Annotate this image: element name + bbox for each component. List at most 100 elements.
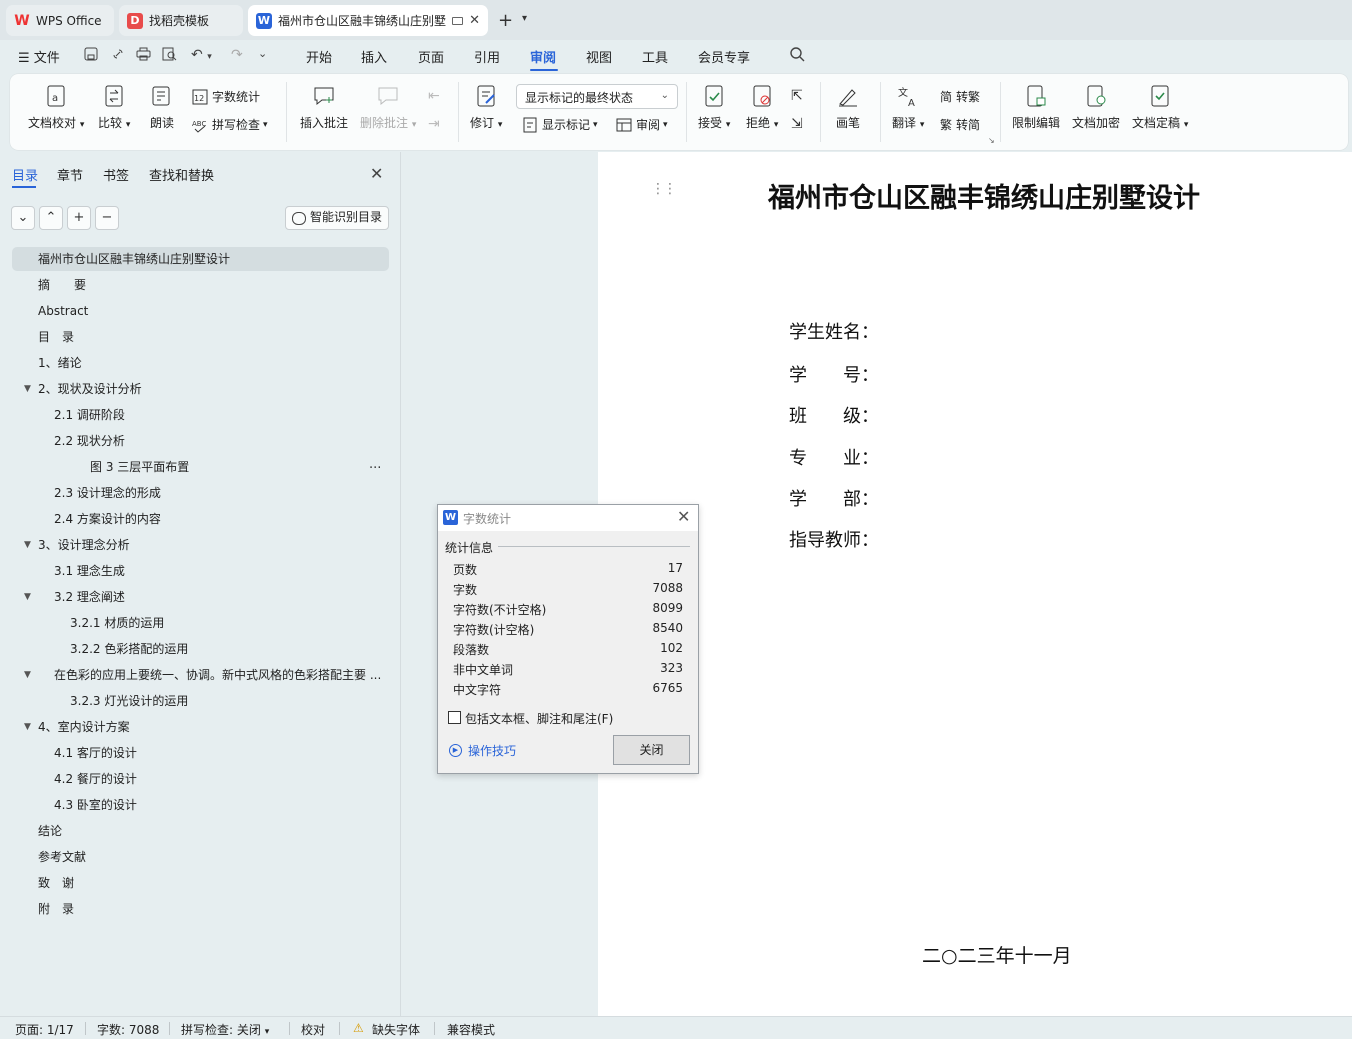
- menu-home[interactable]: 开始: [306, 47, 332, 66]
- toc-item[interactable]: 4.3 卧室的设计: [12, 793, 389, 817]
- smart-toc-button[interactable]: 智能识别目录: [285, 206, 389, 230]
- toc-item[interactable]: 3.2.1 材质的运用: [12, 611, 389, 635]
- finalize-button[interactable]: 文档定稿 ▾: [1132, 84, 1188, 131]
- toc-item[interactable]: 4.1 客厅的设计: [12, 741, 389, 765]
- undo-icon[interactable]: ↶ ▾: [191, 47, 212, 63]
- promote-level-button[interactable]: +: [67, 206, 91, 230]
- collapse-toggle-icon[interactable]: ▼: [24, 715, 31, 739]
- insert-comment-button[interactable]: 插入批注: [300, 84, 348, 131]
- tab-toc[interactable]: 目录: [12, 165, 38, 184]
- tab-find-replace[interactable]: 查找和替换: [149, 165, 214, 184]
- toc-item[interactable]: 3.2.2 色彩搭配的运用: [12, 637, 389, 661]
- restrict-edit-button[interactable]: 限制编辑: [1012, 84, 1060, 131]
- print-preview-icon[interactable]: [162, 47, 177, 65]
- encrypt-button[interactable]: 文档加密: [1072, 84, 1120, 131]
- missing-font-status[interactable]: 缺失字体: [372, 1021, 420, 1038]
- toc-item[interactable]: 致 谢: [12, 871, 389, 895]
- to-traditional-button[interactable]: 简 转繁: [940, 88, 980, 105]
- toc-item[interactable]: 摘 要: [12, 273, 389, 297]
- menu-review[interactable]: 审阅: [530, 47, 556, 66]
- tips-link[interactable]: ▶ 操作技巧: [449, 742, 516, 759]
- tab-docer[interactable]: D 找稻壳模板: [119, 5, 243, 36]
- link-icon[interactable]: [111, 47, 125, 65]
- show-markup-button[interactable]: 显示标记 ▾: [522, 116, 598, 133]
- toc-item[interactable]: 附 录: [12, 897, 389, 921]
- toc-item[interactable]: ▼ 在色彩的应用上要统一、协调。新中式风格的色彩搭配主要 ...: [12, 663, 389, 687]
- close-icon[interactable]: ✕: [677, 507, 690, 526]
- collapse-toggle-icon[interactable]: ▼: [24, 377, 31, 401]
- reject-button[interactable]: 拒绝 ▾: [746, 84, 778, 131]
- toc-item[interactable]: 目 录: [12, 325, 389, 349]
- toc-item[interactable]: 2.3 设计理念的形成: [12, 481, 389, 505]
- document-page[interactable]: [598, 152, 1352, 1016]
- close-tab-icon[interactable]: ✕: [469, 13, 480, 28]
- toc-item[interactable]: Abstract: [12, 299, 389, 323]
- toc-item[interactable]: 3.1 理念生成: [12, 559, 389, 583]
- collapse-toggle-icon[interactable]: ▼: [24, 585, 31, 609]
- spell-check-status[interactable]: 拼写检查: 关闭 ▾: [181, 1021, 269, 1038]
- drag-handle-icon[interactable]: ⋮⋮: [651, 182, 677, 196]
- include-textbox-label[interactable]: 包括文本框、脚注和尾注(F): [465, 710, 613, 727]
- markup-state-select[interactable]: 显示标记的最终状态 ⌄: [516, 84, 678, 109]
- toc-item[interactable]: 参考文献: [12, 845, 389, 869]
- toc-item[interactable]: ▼ 2、现状及设计分析: [12, 377, 389, 401]
- file-menu[interactable]: ☰ 文件: [18, 47, 60, 66]
- toc-item[interactable]: 2.2 现状分析: [12, 429, 389, 453]
- menu-references[interactable]: 引用: [474, 47, 500, 66]
- new-tab-button[interactable]: +: [498, 10, 513, 31]
- menu-tools[interactable]: 工具: [642, 47, 668, 66]
- expand-all-button[interactable]: ⌄: [11, 206, 35, 230]
- tab-bookmarks[interactable]: 书签: [103, 165, 129, 184]
- delete-comment-button[interactable]: 删除批注 ▾: [360, 84, 416, 131]
- more-chevron-icon[interactable]: ⌄: [258, 47, 267, 60]
- word-count-status[interactable]: 字数: 7088: [97, 1021, 159, 1038]
- next-comment-icon[interactable]: ⇥: [428, 116, 440, 132]
- include-textbox-checkbox[interactable]: [448, 711, 461, 724]
- close-pane-icon[interactable]: ✕: [370, 164, 383, 183]
- menu-page[interactable]: 页面: [418, 47, 444, 66]
- menu-insert[interactable]: 插入: [361, 47, 387, 66]
- print-icon[interactable]: [136, 47, 151, 65]
- word-count-button[interactable]: 12 字数统计: [192, 88, 260, 105]
- monitor-icon[interactable]: [452, 16, 464, 25]
- close-button[interactable]: 关闭: [613, 735, 690, 765]
- chevron-down-icon[interactable]: ▾: [522, 13, 527, 24]
- toc-item[interactable]: 2.4 方案设计的内容: [12, 507, 389, 531]
- prev-revision-icon[interactable]: ⇱: [791, 88, 803, 104]
- prev-comment-icon[interactable]: ⇤: [428, 88, 440, 104]
- redo-icon[interactable]: ↷: [231, 47, 243, 63]
- read-aloud-button[interactable]: 朗读: [150, 84, 174, 131]
- menu-view[interactable]: 视图: [586, 47, 612, 66]
- page-indicator[interactable]: 页面: 1/17: [15, 1021, 74, 1038]
- tab-sections[interactable]: 章节: [57, 165, 83, 184]
- toc-item[interactable]: 福州市仓山区融丰锦绣山庄别墅设计: [12, 247, 389, 271]
- save-icon[interactable]: [84, 47, 98, 65]
- toc-item[interactable]: 3.2.3 灯光设计的运用: [12, 689, 389, 713]
- tab-document[interactable]: W 福州市仓山区融丰锦绣山庄别墅 ✕: [248, 5, 488, 36]
- toc-item[interactable]: ▼ 3.2 理念阐述: [12, 585, 389, 609]
- collapse-toggle-icon[interactable]: ▼: [24, 663, 31, 687]
- demote-level-button[interactable]: −: [95, 206, 119, 230]
- doc-check-button[interactable]: a 文档校对 ▾: [28, 84, 84, 131]
- review-pane-button[interactable]: 审阅 ▾: [616, 116, 668, 133]
- toc-item[interactable]: 4.2 餐厅的设计: [12, 767, 389, 791]
- toc-item[interactable]: 1、绪论: [12, 351, 389, 375]
- toc-item[interactable]: 结论: [12, 819, 389, 843]
- toc-item[interactable]: ▼ 4、室内设计方案: [12, 715, 389, 739]
- toc-item[interactable]: 图 3 三层平面布置: [12, 455, 389, 479]
- proofread-status[interactable]: 校对: [301, 1021, 325, 1038]
- pen-button[interactable]: 画笔: [836, 84, 860, 131]
- toc-item[interactable]: 2.1 调研阶段: [12, 403, 389, 427]
- expand-group-icon[interactable]: ↘: [988, 136, 995, 145]
- to-simplified-button[interactable]: 繁 转简: [940, 116, 980, 133]
- search-icon[interactable]: [790, 47, 805, 66]
- translate-button[interactable]: 文A 翻译 ▾: [892, 84, 924, 131]
- toc-item[interactable]: ▼ 3、设计理念分析: [12, 533, 389, 557]
- collapse-toggle-icon[interactable]: ▼: [24, 533, 31, 557]
- collapse-all-button[interactable]: ⌃: [39, 206, 63, 230]
- accept-button[interactable]: 接受 ▾: [698, 84, 730, 131]
- revise-button[interactable]: 修订 ▾: [470, 84, 502, 131]
- compare-button[interactable]: 比较 ▾: [98, 84, 130, 131]
- dialog-titlebar[interactable]: W 字数统计 ✕: [438, 505, 698, 531]
- more-options-icon[interactable]: ...: [369, 457, 381, 472]
